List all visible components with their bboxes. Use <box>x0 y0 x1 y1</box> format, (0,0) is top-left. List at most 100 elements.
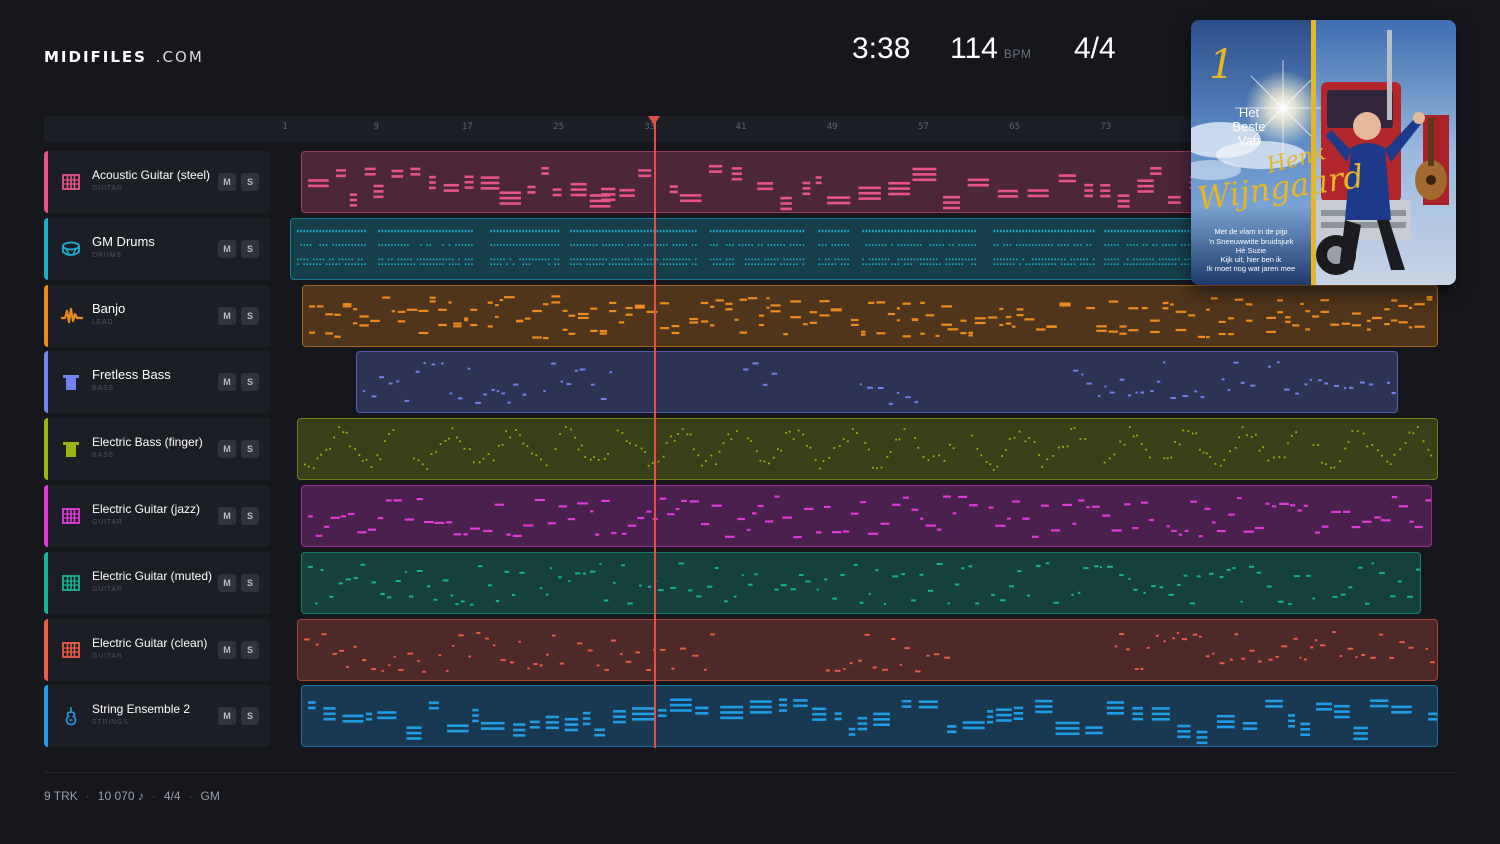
track-header[interactable]: Electric Guitar (jazz) GUITAR M S <box>44 485 271 547</box>
album-cover: 1 Het Beste Van Henk Wijngaard Met de vl… <box>1191 20 1456 285</box>
tempo-unit: BPM <box>1003 47 1032 61</box>
note-pattern <box>363 361 1396 406</box>
track-color-stripe <box>44 418 48 481</box>
track-name: Electric Guitar (jazz) <box>92 502 201 516</box>
solo-button[interactable]: S <box>241 507 259 525</box>
mute-button[interactable]: M <box>218 373 236 392</box>
track-name: Electric Guitar (clean) <box>92 635 208 650</box>
guitar-fretboard-icon <box>61 640 81 660</box>
mute-button[interactable]: M <box>218 239 236 258</box>
bass-icon <box>61 439 81 459</box>
album-title-line2: Beste <box>1232 119 1265 134</box>
album-song-3: Hé Suzie <box>1236 246 1266 255</box>
track-lane[interactable] <box>301 685 1438 748</box>
note-pattern <box>308 698 1437 745</box>
playhead-line[interactable] <box>654 120 656 748</box>
track-lane[interactable] <box>297 418 1438 481</box>
track-category: GUITAR <box>92 519 123 526</box>
guitar-fretboard-icon <box>61 506 81 526</box>
ruler-mark: 25 <box>553 122 565 132</box>
track-name: Banjo <box>92 300 126 316</box>
track-lane[interactable] <box>301 485 1432 547</box>
drum-icon <box>61 239 81 259</box>
track-category: DRUMS <box>92 251 122 259</box>
guitar-fretboard-icon <box>61 573 81 593</box>
track-header[interactable]: Electric Guitar (clean) GUITAR M S <box>44 618 271 681</box>
track-header[interactable]: String Ensemble 2 STRINGS M S <box>44 685 271 748</box>
solo-button[interactable]: S <box>241 440 259 459</box>
track-header[interactable]: Fretless Bass BASS M S <box>44 351 271 414</box>
bass-icon <box>61 372 81 392</box>
mute-button[interactable]: M <box>218 707 236 726</box>
track-header[interactable]: GM Drums DRUMS M S <box>44 217 271 280</box>
track-color-stripe <box>44 485 48 547</box>
track-header[interactable]: Acoustic Guitar (steel) GUITAR M S <box>44 151 271 213</box>
track-name: Electric Guitar (muted) <box>92 568 213 583</box>
ruler-mark: 49 <box>826 122 838 132</box>
album-cover-art: 1 Het Beste Van Henk Wijngaard Met de vl… <box>1191 20 1456 285</box>
album-song-2: 'n Sneeuwwitte bruidsjurk <box>1209 237 1294 246</box>
track-category: GUITAR <box>92 185 123 192</box>
mute-button[interactable]: M <box>218 573 236 592</box>
playhead-marker[interactable] <box>648 116 660 125</box>
waveform-icon <box>60 306 84 326</box>
solo-button[interactable]: S <box>241 707 259 726</box>
track-name: String Ensemble 2 <box>92 702 191 717</box>
solo-button[interactable]: S <box>241 239 259 258</box>
track-color-stripe <box>44 551 48 614</box>
brand-name: MIDIFILES <box>44 48 147 66</box>
note-pattern <box>308 495 1431 539</box>
track-header[interactable]: Electric Bass (finger) BASS M S <box>44 418 271 481</box>
track-lane[interactable] <box>301 551 1421 614</box>
track-name: GM Drums <box>92 233 155 249</box>
ruler-mark: 9 <box>373 122 379 132</box>
tempo-display: 114 BPM <box>950 32 1031 66</box>
mute-button[interactable]: M <box>218 440 236 459</box>
track-category: STRINGS <box>92 719 129 727</box>
track-lane[interactable] <box>302 284 1438 347</box>
note-pattern <box>304 426 1433 471</box>
track-lane[interactable] <box>297 618 1438 681</box>
guitar-fretboard-icon <box>61 172 81 192</box>
mute-button[interactable]: M <box>218 306 236 325</box>
tempo-value: 114 <box>950 32 998 65</box>
note-pattern <box>308 562 1420 606</box>
footer-summary: 9 TRK · 10 070 ♪ · 4/4 · GM <box>44 789 220 803</box>
album-title-line1: Het <box>1239 105 1260 120</box>
track-category: LEAD <box>92 318 114 326</box>
track-color-stripe <box>44 151 48 213</box>
solo-button[interactable]: S <box>241 640 259 659</box>
footer-time-signature: 4/4 <box>163 789 181 803</box>
track-category: GUITAR <box>92 585 123 593</box>
footer-divider <box>44 772 1456 773</box>
album-song-1: Met de vlam in de pijp <box>1215 227 1288 236</box>
solo-button[interactable]: S <box>241 306 259 325</box>
mute-button[interactable]: M <box>218 507 236 525</box>
track-header[interactable]: Banjo LEAD M S <box>44 284 271 347</box>
violin-icon <box>61 706 81 726</box>
track-lane[interactable] <box>356 351 1398 414</box>
ruler-mark: 65 <box>1009 122 1021 132</box>
track-name: Fretless Bass <box>92 367 171 383</box>
track-color-stripe <box>44 217 48 280</box>
solo-button[interactable]: S <box>241 173 259 191</box>
album-number: 1 <box>1209 42 1234 88</box>
note-pattern <box>304 630 1435 673</box>
album-song-4: Kijk uit, hier ben ik <box>1221 255 1282 264</box>
solo-button[interactable]: S <box>241 373 259 392</box>
solo-button[interactable]: S <box>241 573 259 592</box>
ruler-mark: 17 <box>461 122 473 132</box>
mute-button[interactable]: M <box>218 640 236 659</box>
footer-note-count: 10 070 ♪ <box>97 789 144 803</box>
track-color-stripe <box>44 685 48 748</box>
time-signature-display: 4/4 <box>1074 32 1116 65</box>
brand-logo[interactable]: MIDIFILES .COM <box>44 48 204 66</box>
track-header[interactable]: Electric Guitar (muted) GUITAR M S <box>44 551 271 614</box>
timeline-ruler[interactable]: 1 9 17 25 33 41 49 57 65 73 <box>44 116 1194 142</box>
track-name: Acoustic Guitar (steel) <box>92 168 211 182</box>
mute-button[interactable]: M <box>218 173 236 191</box>
track-color-stripe <box>44 284 48 347</box>
album-song-5: Ik moet nog wat jaren mee <box>1207 264 1295 273</box>
brand-domain: .COM <box>155 48 204 66</box>
ruler-mark: 57 <box>917 122 929 132</box>
